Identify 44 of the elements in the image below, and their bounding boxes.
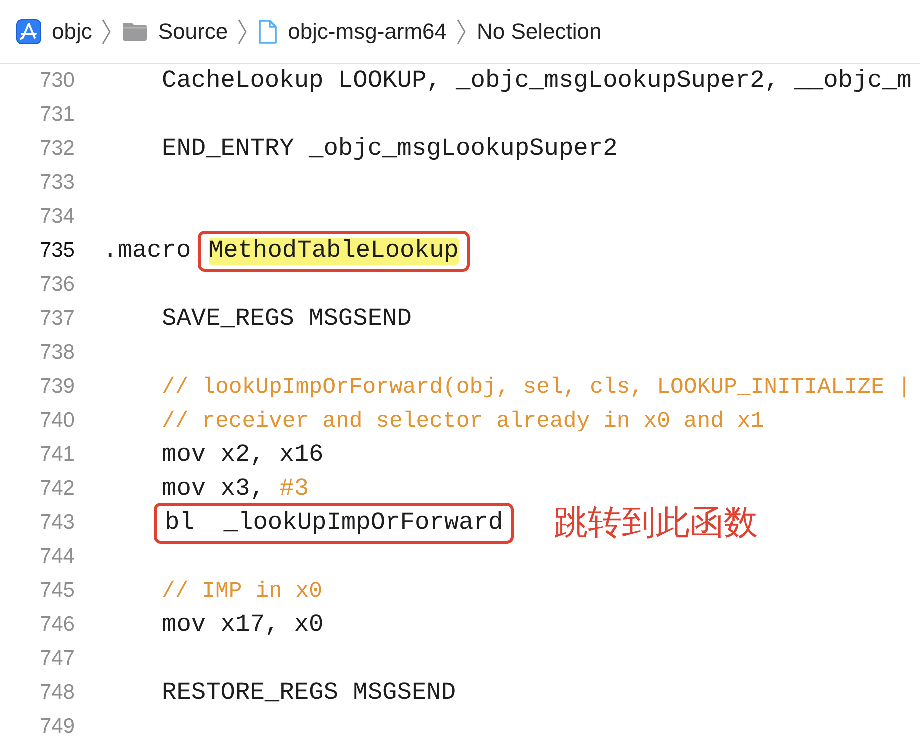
code-line: END_ENTRY _objc_msgLookupSuper2: [162, 136, 618, 162]
code-line: mov x17, x0: [162, 612, 324, 638]
code-comment: // IMP in x0: [162, 578, 323, 604]
code-comment: // lookUpImpOrForward(obj, sel, cls, LOOKUP_INITIALIZE |: [162, 374, 912, 400]
code-line: mov x3, #3: [162, 476, 310, 502]
line-number: 740: [38, 409, 75, 433]
line-number: 737: [38, 307, 75, 331]
selection-label[interactable]: No Selection: [477, 18, 602, 44]
line-number: 745: [38, 579, 75, 603]
line-number: 734: [38, 205, 75, 229]
line-number: 732: [38, 137, 75, 161]
code-comment: // receiver and selector already in x0 and x1: [162, 408, 764, 434]
code-line: RESTORE_REGS MSGSEND: [162, 680, 456, 706]
line-number: 735: [38, 239, 75, 263]
line-number: 749: [38, 715, 75, 739]
breadcrumb-item[interactable]: Source: [158, 18, 228, 44]
code-line: CacheLookup LOOKUP, _objc_msgLookupSuper2, __objc_m: [162, 68, 912, 94]
line-number: 747: [38, 647, 75, 671]
line-number: 739: [38, 375, 75, 399]
highlighted-code: MethodTableLookup: [208, 238, 459, 264]
chevron-icon: [238, 18, 248, 46]
breadcrumb-item[interactable]: objc: [52, 18, 92, 44]
code-line: SAVE_REGS MSGSEND: [162, 306, 412, 332]
line-number: 733: [38, 171, 75, 195]
file-icon: [258, 18, 278, 44]
line-number: 746: [38, 613, 75, 637]
line-number: 742: [38, 477, 75, 501]
line-number: 744: [38, 545, 75, 569]
line-number: 748: [38, 681, 75, 705]
folder-icon: [122, 22, 148, 42]
annotation-text: 跳转到此函数: [554, 502, 758, 545]
code-line: mov x2, x16: [162, 442, 324, 468]
line-number: 731: [38, 103, 75, 127]
breadcrumb-item[interactable]: objc-msg-arm64: [288, 18, 448, 44]
line-number: 736: [38, 273, 75, 297]
app-icon: [16, 18, 42, 44]
chevron-icon: [102, 18, 112, 46]
chevron-icon: [457, 18, 468, 46]
code-text: bl _lookUpImpOrForward: [165, 510, 504, 536]
code-text: .macro: [103, 238, 192, 264]
line-number: 741: [38, 443, 75, 467]
line-number: 730: [38, 69, 75, 93]
line-number: 738: [38, 341, 75, 365]
line-number: 743: [38, 511, 75, 535]
